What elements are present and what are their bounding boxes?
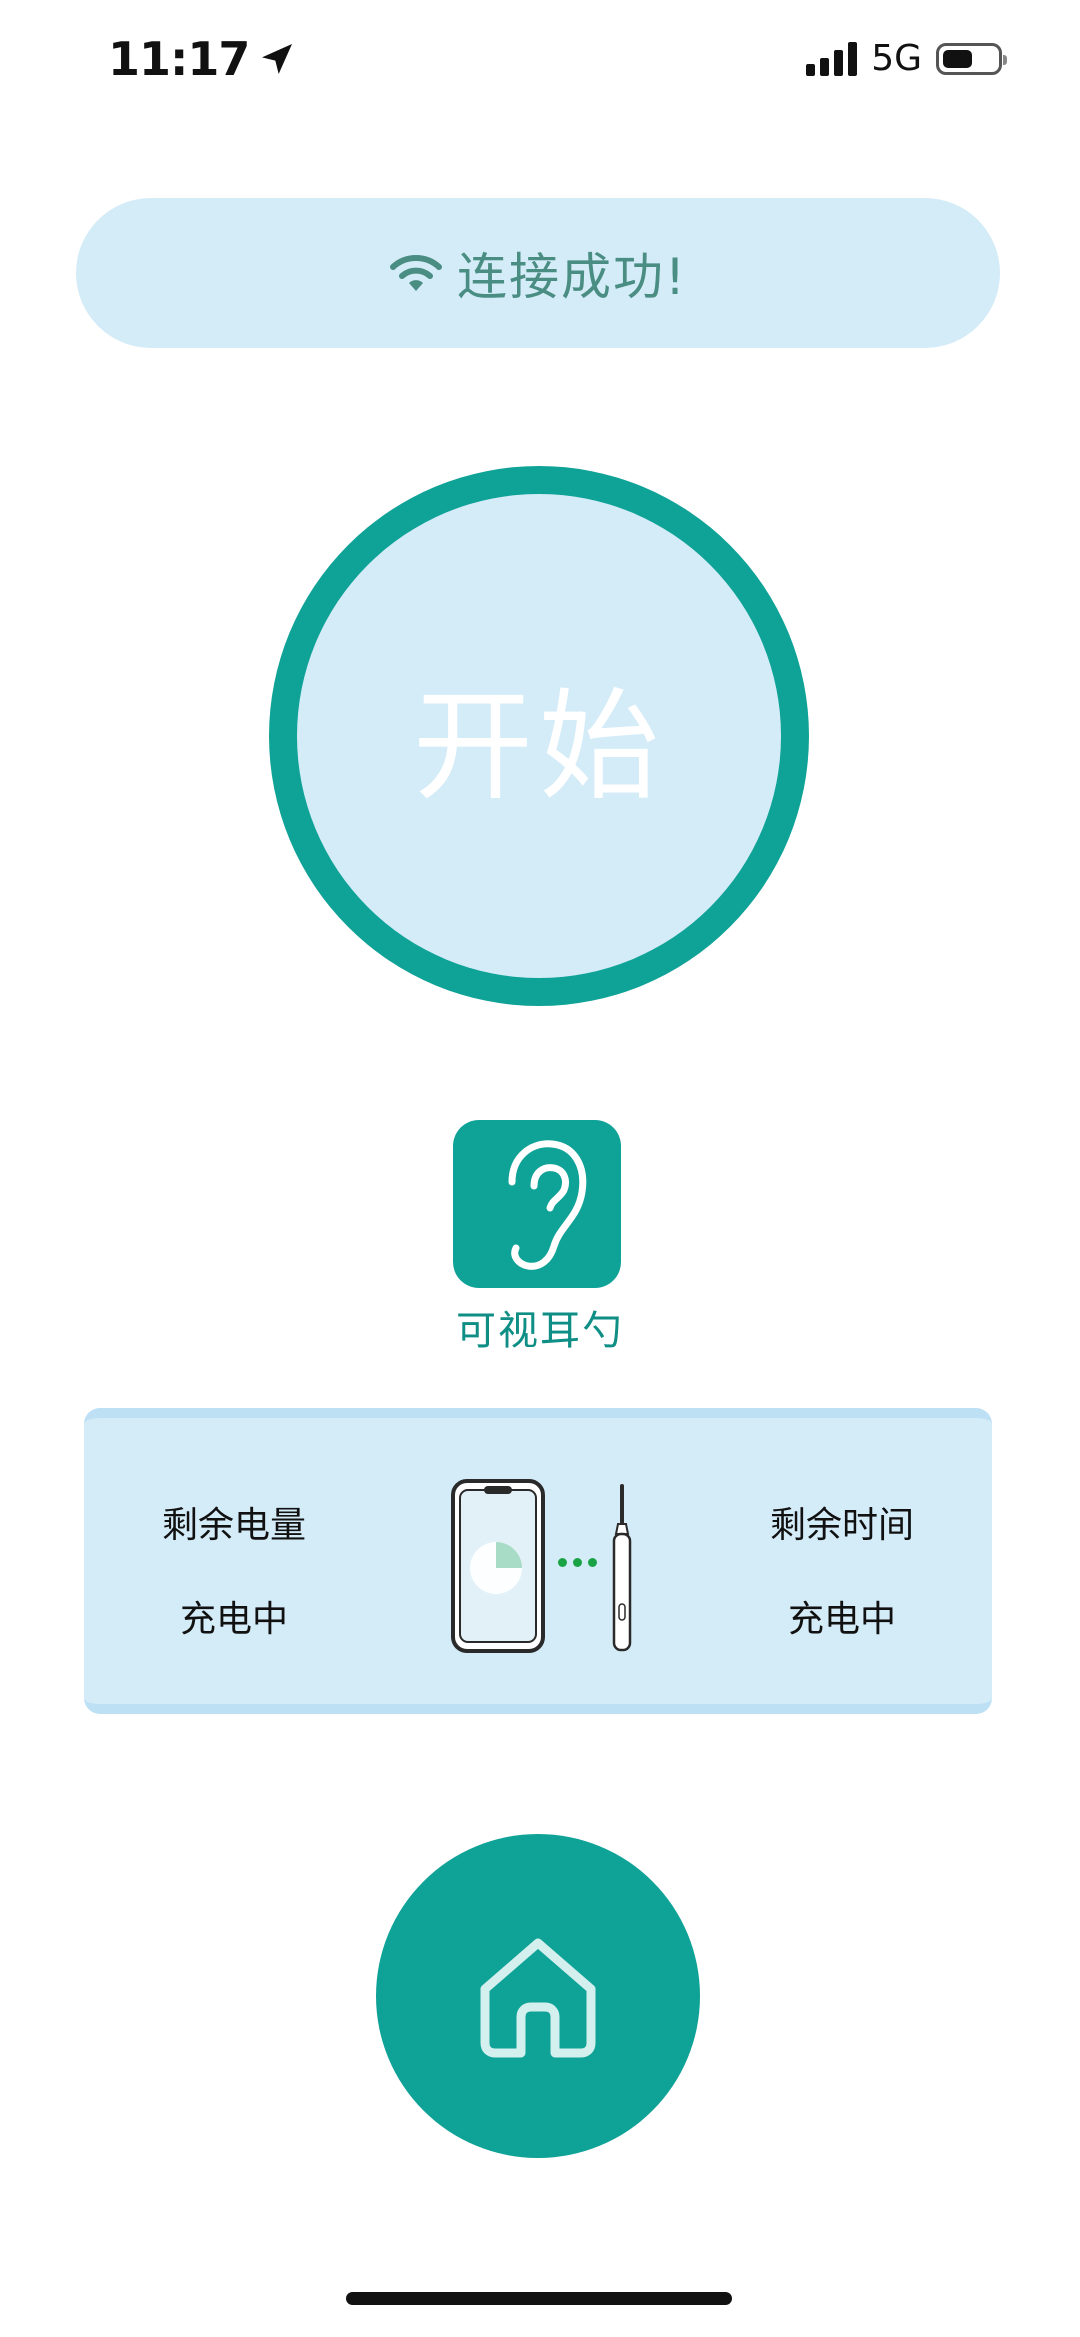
connection-banner: 连接成功! xyxy=(76,198,1000,348)
home-button[interactable] xyxy=(376,1834,700,2158)
device-tile[interactable] xyxy=(453,1120,621,1288)
battery-icon xyxy=(936,42,1007,75)
phone-illustration xyxy=(451,1479,545,1653)
signal-bars-icon xyxy=(806,41,858,76)
start-button-label: 开始 xyxy=(413,678,665,817)
ear-icon xyxy=(508,1140,587,1270)
battery-value: 充电中 xyxy=(179,1599,288,1640)
battery-title: 剩余电量 xyxy=(161,1505,306,1546)
network-type: 5G xyxy=(871,38,922,79)
home-indicator[interactable] xyxy=(346,2292,732,2305)
status-time-text: 11:17 xyxy=(108,32,250,86)
time-value: 充电中 xyxy=(787,1599,896,1640)
time-title: 剩余时间 xyxy=(769,1505,914,1546)
battery-level xyxy=(943,49,972,68)
status-indicators: 5G xyxy=(806,38,1007,79)
status-time: 11:17 xyxy=(108,32,297,86)
start-button[interactable]: 开始 xyxy=(269,466,809,1006)
connection-dots xyxy=(558,1558,597,1567)
location-arrow-icon xyxy=(262,44,293,74)
wifi-icon xyxy=(389,255,442,291)
connection-status-text: 连接成功! xyxy=(456,248,688,306)
ear-probe-illustration xyxy=(612,1484,632,1652)
device-info-card: 剩余电量 充电中 剩余时间 充电中 xyxy=(84,1408,992,1714)
start-button-inner: 开始 xyxy=(297,494,781,978)
home-icon xyxy=(480,1938,596,2058)
device-name: 可视耳勺 xyxy=(456,1308,624,1354)
